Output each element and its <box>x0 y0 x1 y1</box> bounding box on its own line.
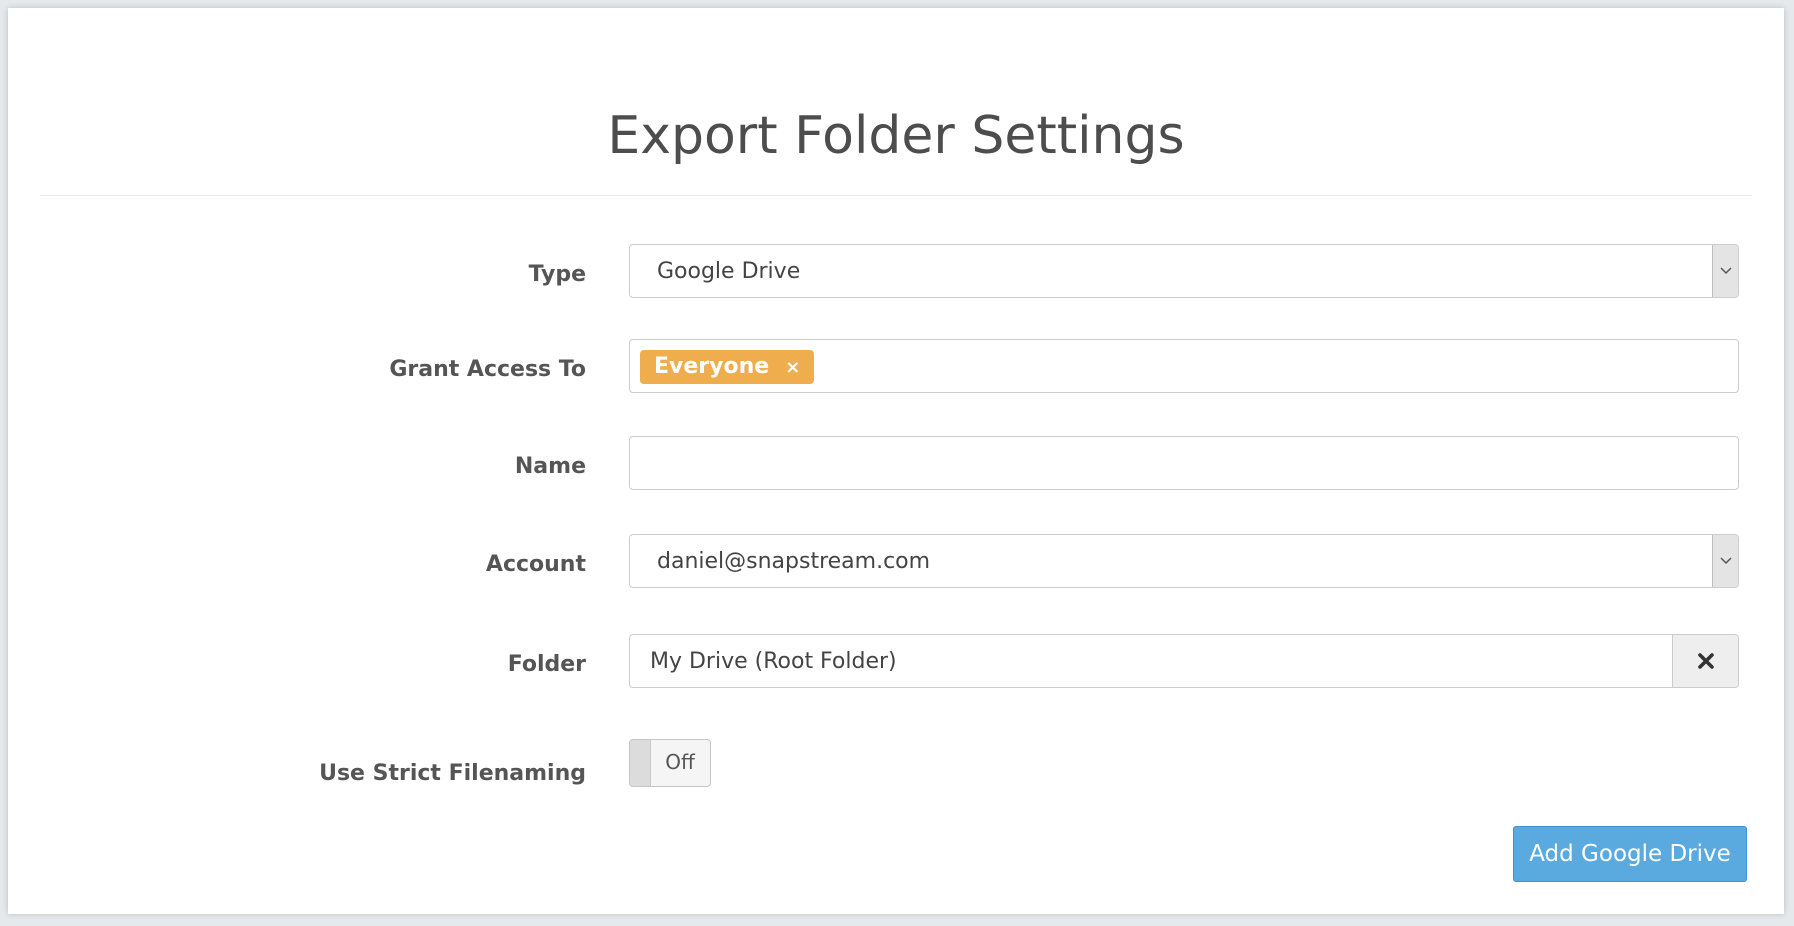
grant-access-label: Grant Access To <box>389 357 586 382</box>
type-select[interactable]: Google Drive <box>629 244 1739 298</box>
chevron-down-icon[interactable] <box>1712 535 1738 587</box>
name-input[interactable] <box>629 436 1739 490</box>
folder-input-value: My Drive (Root Folder) <box>650 649 897 674</box>
strict-filenaming-toggle[interactable]: Off <box>629 739 711 787</box>
strict-filenaming-row: Use Strict Filenaming Off <box>8 739 1784 795</box>
grant-access-input[interactable]: Everyone × <box>629 339 1739 393</box>
toggle-knob <box>630 740 651 786</box>
tag-remove-icon[interactable]: × <box>785 357 800 378</box>
title-divider <box>40 195 1752 196</box>
access-tag-everyone: Everyone × <box>640 350 815 384</box>
account-select-value: daniel@snapstream.com <box>657 549 931 574</box>
add-google-drive-button[interactable]: Add Google Drive <box>1513 826 1747 882</box>
account-row: Account daniel@snapstream.com <box>8 534 1784 590</box>
close-icon[interactable] <box>1672 635 1738 687</box>
folder-row: Folder My Drive (Root Folder) <box>8 634 1784 690</box>
account-label: Account <box>485 552 586 577</box>
toggle-state-text: Off <box>665 750 695 774</box>
page-title: Export Folder Settings <box>607 106 1185 166</box>
folder-input[interactable]: My Drive (Root Folder) <box>629 634 1739 688</box>
chevron-down-icon[interactable] <box>1712 245 1738 297</box>
name-label: Name <box>514 454 586 479</box>
access-tag-label: Everyone <box>654 354 770 379</box>
strict-filenaming-label: Use Strict Filenaming <box>319 761 586 786</box>
name-row: Name <box>8 436 1784 492</box>
type-label: Type <box>528 262 586 287</box>
type-select-value: Google Drive <box>657 259 801 284</box>
folder-label: Folder <box>507 652 586 677</box>
type-row: Type Google Drive <box>8 244 1784 300</box>
grant-access-row: Grant Access To Everyone × <box>8 339 1784 395</box>
account-select[interactable]: daniel@snapstream.com <box>629 534 1739 588</box>
export-folder-dialog: Export Folder Settings Type Google Drive… <box>8 8 1784 914</box>
